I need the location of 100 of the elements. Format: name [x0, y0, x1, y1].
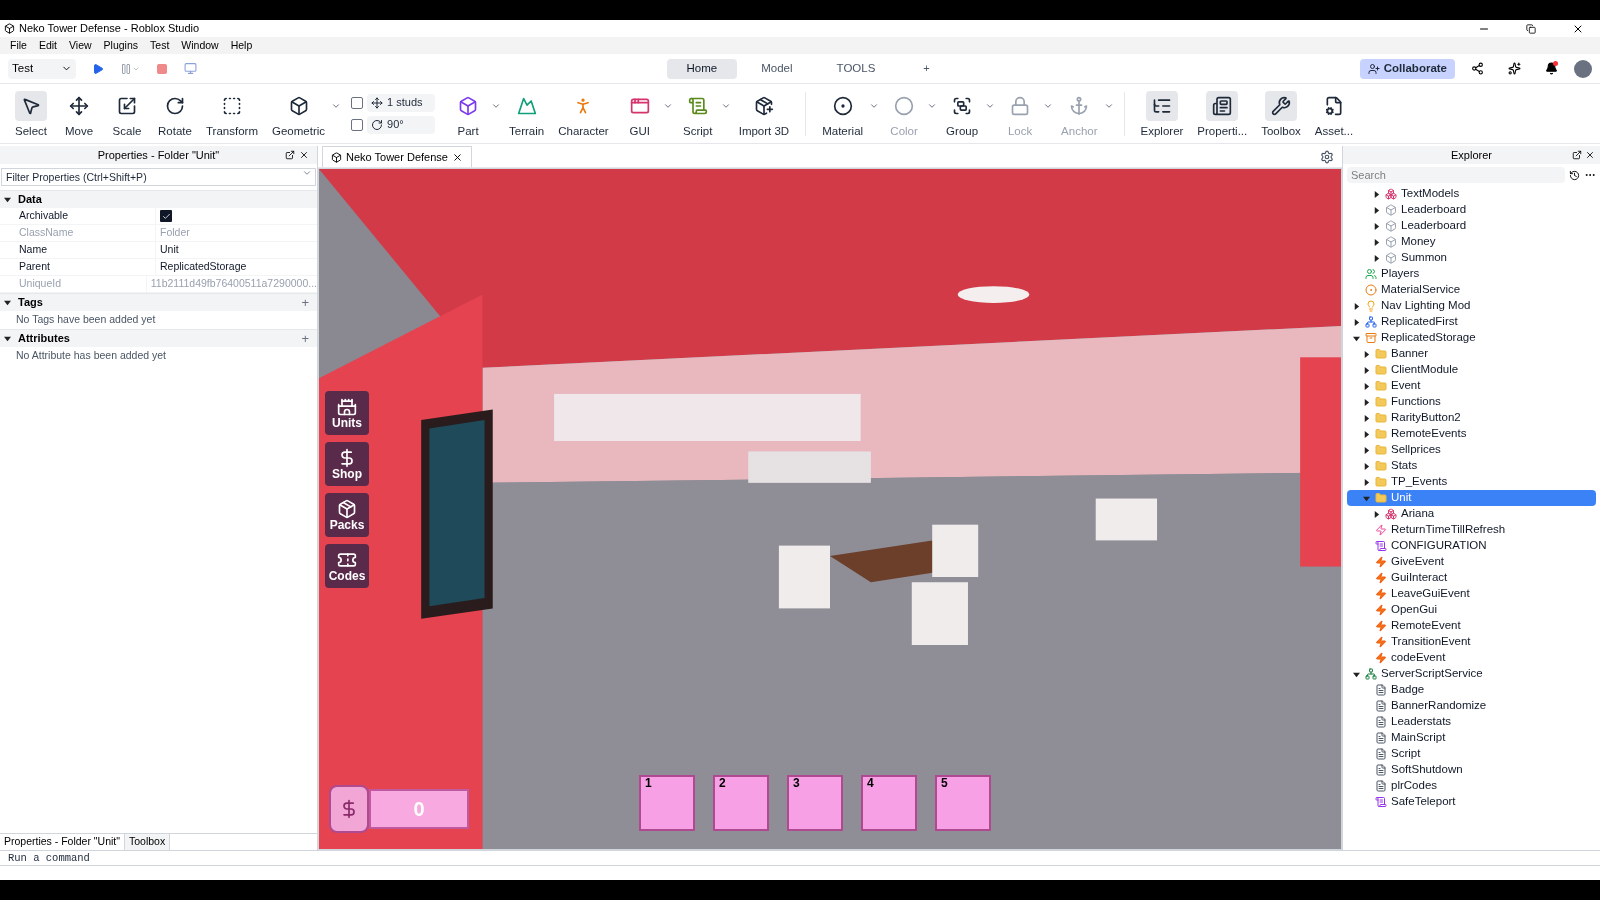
- expanded-arrow-icon[interactable]: [4, 335, 11, 342]
- collaborate-button[interactable]: Collaborate: [1359, 58, 1455, 79]
- toolbar-button[interactable]: GUI: [616, 86, 663, 141]
- tree-item[interactable]: GuiInteract: [1347, 570, 1596, 586]
- property-value[interactable]: Unit: [156, 242, 179, 258]
- toolbar-button[interactable]: Geometric: [266, 86, 332, 141]
- tree-item[interactable]: GiveEvent: [1347, 554, 1596, 570]
- unit-slot[interactable]: 4: [861, 775, 917, 831]
- toolbar-button[interactable]: Import 3D: [732, 86, 796, 141]
- tree-item[interactable]: Functions: [1347, 394, 1596, 410]
- game-menu-button[interactable]: Shop: [325, 442, 369, 486]
- tree-item[interactable]: SafeTeleport: [1347, 794, 1596, 810]
- tree-item[interactable]: Banner: [1347, 346, 1596, 362]
- menu-item[interactable]: File: [10, 37, 27, 54]
- toolbar-button[interactable]: Move: [56, 86, 102, 141]
- unit-slot[interactable]: 1: [639, 775, 695, 831]
- menu-item[interactable]: Help: [230, 37, 253, 54]
- toolbar-button[interactable]: Select: [8, 86, 54, 141]
- search-field[interactable]: Search: [1347, 167, 1565, 183]
- collapsed-arrow-icon[interactable]: [1362, 350, 1370, 358]
- collapsed-arrow-icon[interactable]: [1372, 222, 1380, 230]
- document-tab[interactable]: Neko Tower Defense: [322, 146, 472, 167]
- toolbar-button[interactable]: Rotate: [152, 86, 198, 141]
- add-button[interactable]: +: [301, 292, 309, 313]
- collapsed-arrow-icon[interactable]: [1362, 382, 1370, 390]
- menu-item[interactable]: View: [69, 37, 92, 54]
- toolbar-button[interactable]: Part: [445, 86, 492, 141]
- checkbox[interactable]: [160, 210, 172, 222]
- tree-item[interactable]: Money: [1347, 234, 1596, 250]
- toolbar-button[interactable]: Asset...: [1308, 86, 1360, 141]
- collapsed-arrow-icon[interactable]: [1362, 430, 1370, 438]
- collapsed-arrow-icon[interactable]: [1372, 254, 1380, 262]
- tree-item[interactable]: ServerScriptService: [1347, 666, 1596, 682]
- collapsed-arrow-icon[interactable]: [1352, 318, 1360, 326]
- collapsed-arrow-icon[interactable]: [1362, 366, 1370, 374]
- tree-item[interactable]: Leaderstats: [1347, 714, 1596, 730]
- menu-item[interactable]: Window: [181, 37, 219, 54]
- game-menu-button[interactable]: Codes: [325, 544, 369, 588]
- toolbar-button[interactable]: Scale: [104, 86, 150, 141]
- tree-item[interactable]: Leaderboard: [1347, 218, 1596, 234]
- tree-item[interactable]: TP_Events: [1347, 474, 1596, 490]
- tree-item[interactable]: TextModels: [1347, 186, 1596, 202]
- tree-item[interactable]: LeaveGuiEvent: [1347, 586, 1596, 602]
- monitor-icon[interactable]: [184, 62, 197, 75]
- menu-item[interactable]: Plugins: [103, 37, 139, 54]
- collapsed-arrow-icon[interactable]: [1362, 414, 1370, 422]
- ribbon-tab[interactable]: Model: [741, 58, 813, 79]
- toolbar-button[interactable]: Script: [674, 86, 721, 141]
- tree-item[interactable]: ReplicatedStorage: [1347, 330, 1596, 346]
- tree-item[interactable]: Summon: [1347, 250, 1596, 266]
- toolbar-button[interactable]: Toolbox: [1255, 86, 1307, 141]
- toolbar-button[interactable]: Group: [939, 86, 986, 141]
- game-menu-button[interactable]: Packs: [325, 493, 369, 537]
- game-menu-button[interactable]: Units: [325, 391, 369, 435]
- tree-item[interactable]: Ariana: [1347, 506, 1596, 522]
- unit-slot[interactable]: 2: [713, 775, 769, 831]
- tree-item[interactable]: Nav Lighting Mod: [1347, 298, 1596, 314]
- toolbar-button[interactable]: Explorer: [1134, 86, 1190, 141]
- panel-tab[interactable]: Toolbox: [125, 834, 171, 850]
- tree-item[interactable]: ReplicatedFirst: [1347, 314, 1596, 330]
- collapsed-arrow-icon[interactable]: [1362, 398, 1370, 406]
- restore-icon[interactable]: [1526, 23, 1536, 34]
- ribbon-tab[interactable]: TOOLS: [816, 58, 896, 79]
- section-header[interactable]: Tags +: [0, 293, 317, 311]
- tree-item[interactable]: Sellprices: [1347, 442, 1596, 458]
- collapsed-arrow-icon[interactable]: [1372, 206, 1380, 214]
- toolbar-button[interactable]: Character: [552, 86, 615, 141]
- tree-item[interactable]: RemoteEvent: [1347, 618, 1596, 634]
- tree-item[interactable]: Badge: [1347, 682, 1596, 698]
- tree-item[interactable]: MainScript: [1347, 730, 1596, 746]
- tree-item[interactable]: codeEvent: [1347, 650, 1596, 666]
- ribbon-tab[interactable]: Home: [666, 58, 738, 79]
- unit-slot[interactable]: 5: [935, 775, 991, 831]
- increment-field[interactable]: 90°: [367, 115, 436, 134]
- undock-icon[interactable]: [1572, 150, 1582, 160]
- tree-item[interactable]: OpenGui: [1347, 602, 1596, 618]
- menu-item[interactable]: Edit: [38, 37, 57, 54]
- tree-item[interactable]: Players: [1347, 266, 1596, 282]
- toolbar-button[interactable]: Transform: [200, 86, 264, 141]
- tree-item[interactable]: plrCodes: [1347, 778, 1596, 794]
- tree-item[interactable]: ClientModule: [1347, 362, 1596, 378]
- section-header[interactable]: Data: [0, 190, 317, 208]
- checkbox[interactable]: [351, 96, 364, 109]
- tree-item[interactable]: TransitionEvent: [1347, 634, 1596, 650]
- tree-item[interactable]: Leaderboard: [1347, 202, 1596, 218]
- collapsed-arrow-icon[interactable]: [1362, 446, 1370, 454]
- tree-item[interactable]: CONFIGURATION: [1347, 538, 1596, 554]
- unit-slot[interactable]: 3: [787, 775, 843, 831]
- tree-item[interactable]: ReturnTimeTillRefresh: [1347, 522, 1596, 538]
- property-value[interactable]: ReplicatedStorage: [156, 259, 247, 275]
- toolbar-button[interactable]: Terrain: [503, 86, 551, 141]
- checkbox[interactable]: [351, 118, 364, 131]
- toolbar-button[interactable]: Properti...: [1191, 86, 1254, 141]
- add-tab-button[interactable]: +: [899, 60, 954, 77]
- history-icon[interactable]: [1569, 169, 1580, 181]
- tree-item[interactable]: RarityButton2: [1347, 410, 1596, 426]
- close-icon[interactable]: [451, 151, 463, 163]
- collapsed-arrow-icon[interactable]: [1372, 190, 1380, 198]
- settings-icon[interactable]: [1320, 149, 1334, 164]
- share-icon[interactable]: [1471, 62, 1484, 75]
